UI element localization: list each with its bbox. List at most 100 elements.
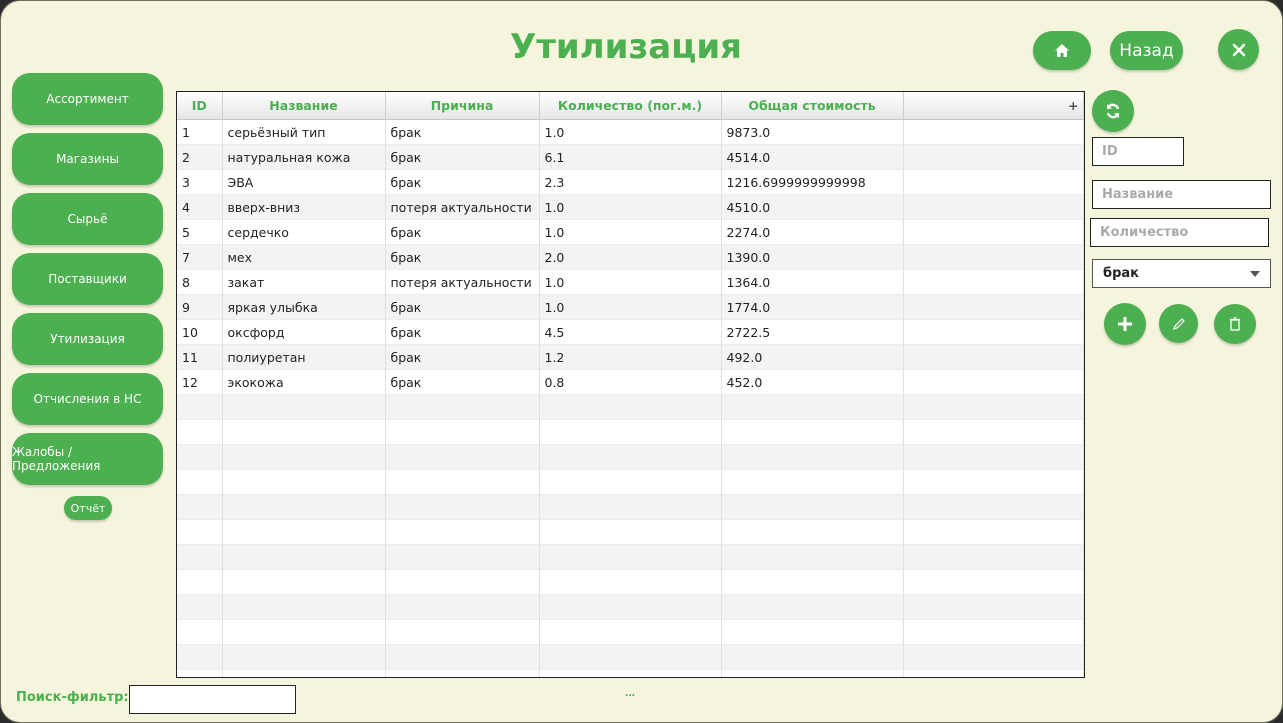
sidebar-item-complaints[interactable]: Жалобы / Предложения (12, 433, 163, 485)
delete-button[interactable] (1214, 304, 1256, 344)
empty-table-row (177, 569, 1084, 595)
table-cell: 1.0 (539, 119, 722, 145)
empty-table-row (177, 644, 1084, 670)
sidebar-item-deductions[interactable]: Отчисления в НС (12, 373, 163, 425)
table-cell (177, 594, 223, 620)
table-cell: 2274.0 (721, 219, 904, 245)
table-cell (385, 394, 540, 420)
table-row[interactable]: 4 вверх-вниз потеря актуальности 1.0 4510.0 (177, 194, 1084, 220)
table-cell (721, 444, 904, 470)
table-row[interactable]: 2 натуральная кожа брак 6.1 4514.0 (177, 144, 1084, 170)
column-header-name[interactable]: Название (222, 92, 386, 120)
table-cell (222, 519, 386, 545)
table-cell (385, 544, 540, 570)
column-header-quantity[interactable]: Количество (пог.м.) (539, 92, 722, 120)
table-cell: 0.8 (539, 369, 722, 395)
sidebar-item-raw-materials[interactable]: Сырьё (12, 193, 163, 245)
filter-input[interactable] (129, 685, 296, 714)
empty-table-row (177, 594, 1084, 620)
table-cell (721, 394, 904, 420)
table-cell (903, 194, 1084, 220)
table-cell (539, 669, 722, 677)
table-cell (385, 494, 540, 520)
table-header-row: ID Название Причина Количество (пог.м.) … (177, 92, 1084, 120)
disposal-table[interactable]: ID Название Причина Количество (пог.м.) … (176, 91, 1085, 678)
table-row[interactable]: 1 серьёзный тип брак 1.0 9873.0 (177, 119, 1084, 145)
table-cell (539, 544, 722, 570)
reason-select[interactable]: брак (1092, 259, 1271, 288)
column-header-total-cost[interactable]: Общая стоимость (721, 92, 904, 120)
table-cell (903, 594, 1084, 620)
table-cell (385, 419, 540, 445)
table-cell: 1.0 (539, 269, 722, 295)
table-row[interactable]: 7 мех брак 2.0 1390.0 (177, 244, 1084, 270)
column-header-reason[interactable]: Причина (385, 92, 540, 120)
table-cell: 8 (177, 269, 223, 295)
table-row[interactable]: 5 сердечко брак 1.0 2274.0 (177, 219, 1084, 245)
empty-table-row (177, 544, 1084, 570)
close-button[interactable] (1218, 29, 1259, 70)
column-menu-button[interactable]: + (903, 92, 1084, 120)
table-cell (721, 469, 904, 495)
table-cell: брак (385, 169, 540, 195)
table-cell: 1216.6999999999998 (721, 169, 904, 195)
sidebar-item-suppliers[interactable]: Поставщики (12, 253, 163, 305)
table-row[interactable]: 11 полиуретан брак 1.2 492.0 (177, 344, 1084, 370)
table-cell (539, 569, 722, 595)
table-cell: 1.0 (539, 194, 722, 220)
table-cell: закат (222, 269, 386, 295)
table-cell: 1 (177, 119, 223, 145)
table-cell (903, 494, 1084, 520)
table-cell: брак (385, 319, 540, 345)
table-cell (385, 669, 540, 677)
trash-icon (1230, 317, 1240, 331)
table-cell: 2722.5 (721, 319, 904, 345)
table-cell (539, 644, 722, 670)
table-row[interactable]: 10 оксфорд брак 4.5 2722.5 (177, 319, 1084, 345)
table-cell: брак (385, 244, 540, 270)
empty-table-row (177, 519, 1084, 545)
table-cell: вверх-вниз (222, 194, 386, 220)
column-header-id[interactable]: ID (177, 92, 223, 120)
table-cell (222, 494, 386, 520)
refresh-icon (1106, 103, 1120, 119)
id-field[interactable]: ID (1092, 137, 1184, 166)
back-button[interactable]: Назад (1110, 31, 1183, 70)
table-cell (903, 394, 1084, 420)
table-cell (721, 544, 904, 570)
table-cell: сердечко (222, 219, 386, 245)
empty-table-row (177, 444, 1084, 470)
chevron-down-icon (1250, 271, 1260, 277)
empty-table-row (177, 394, 1084, 420)
table-row[interactable]: 12 экокожа брак 0.8 452.0 (177, 369, 1084, 395)
sidebar-item-assortment[interactable]: Ассортимент (12, 73, 163, 125)
pencil-icon (1172, 317, 1185, 330)
table-cell (721, 569, 904, 595)
table-row[interactable]: 3 ЭВА брак 2.3 1216.6999999999998 (177, 169, 1084, 195)
name-field[interactable]: Название (1092, 180, 1271, 209)
reason-select-value: брак (1103, 266, 1139, 281)
table-row[interactable]: 8 закат потеря актуальности 1.0 1364.0 (177, 269, 1084, 295)
table-cell (903, 544, 1084, 570)
table-cell (177, 419, 223, 445)
table-cell: 2 (177, 144, 223, 170)
add-button[interactable] (1104, 303, 1146, 345)
table-cell (903, 144, 1084, 170)
report-button[interactable]: Отчёт (64, 496, 112, 520)
table-cell (222, 644, 386, 670)
table-cell (385, 444, 540, 470)
table-row[interactable]: 9 яркая улыбка брак 1.0 1774.0 (177, 294, 1084, 320)
sidebar-item-shops[interactable]: Магазины (12, 133, 163, 185)
edit-button[interactable] (1159, 304, 1198, 343)
table-cell (903, 644, 1084, 670)
empty-table-row (177, 419, 1084, 445)
table-cell (177, 469, 223, 495)
refresh-button[interactable] (1092, 90, 1134, 132)
empty-table-row (177, 669, 1084, 677)
sidebar-item-disposal[interactable]: Утилизация (12, 313, 163, 365)
quantity-field[interactable]: Количество (1090, 218, 1269, 247)
table-cell: экокожа (222, 369, 386, 395)
table-cell (721, 594, 904, 620)
home-button[interactable] (1033, 31, 1091, 70)
table-cell: 2.3 (539, 169, 722, 195)
